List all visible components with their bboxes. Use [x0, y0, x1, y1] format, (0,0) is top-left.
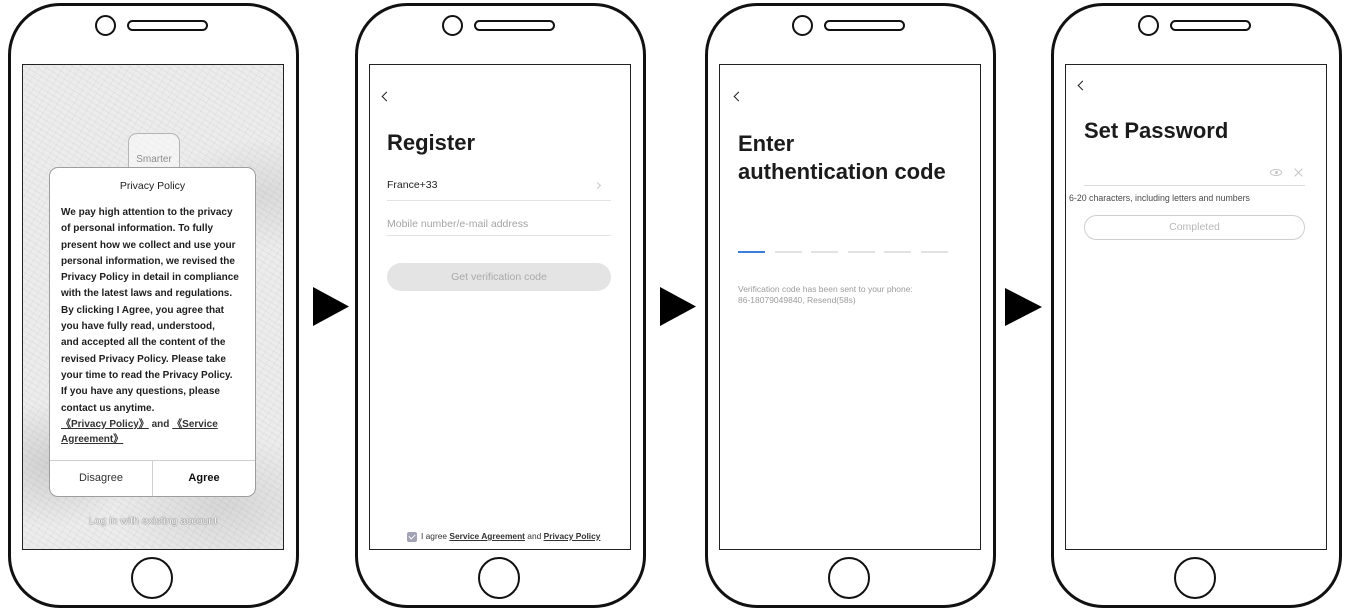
- phone-frame-auth-code: Enter authentication code Verification c…: [705, 3, 996, 608]
- page-title: Register: [387, 130, 476, 155]
- country-code-selector[interactable]: France+33: [387, 176, 611, 201]
- policy-text-line: with the latest laws and regulations.: [61, 288, 233, 300]
- close-icon[interactable]: [1294, 168, 1303, 177]
- service-agreement-link-continued[interactable]: Agreement》: [61, 434, 123, 445]
- code-digit-slot[interactable]: [847, 251, 875, 253]
- front-camera: [1138, 15, 1159, 36]
- page-title: Set Password: [1084, 118, 1229, 143]
- app-logo-text: Smarter: [136, 154, 172, 165]
- phone-frame-register: Register France+33 Get verification code…: [355, 3, 646, 608]
- agree-button[interactable]: Agree: [152, 461, 255, 496]
- next-step-arrow-icon: [660, 287, 696, 326]
- chevron-right-icon: [593, 181, 602, 190]
- privacy-policy-link[interactable]: Privacy Policy: [544, 531, 601, 542]
- links-connector: and: [148, 419, 173, 430]
- back-chevron-left-icon[interactable]: [381, 91, 392, 102]
- back-chevron-left-icon[interactable]: [733, 91, 744, 102]
- code-slots: [738, 251, 948, 253]
- app-screen-set-password: Set Password 6-20 characters, including …: [1065, 64, 1327, 550]
- dialog-actions: Disagree Agree: [50, 460, 255, 496]
- policy-text-line: you have fully read, understood,: [61, 321, 215, 333]
- phone-frame-privacy: Smarter Privacy Policy We pay high atten…: [8, 3, 299, 608]
- resend-countdown[interactable]: 86-18079049840, Resend(58s): [738, 295, 913, 306]
- front-camera: [95, 15, 116, 36]
- password-hint: 6-20 characters, including letters and n…: [1069, 193, 1250, 203]
- service-agreement-link[interactable]: Service Agreement: [449, 531, 525, 542]
- home-button: [828, 557, 870, 599]
- code-sent-message-line: Verification code has been sent to your …: [738, 284, 913, 294]
- code-digit-slot[interactable]: [774, 251, 802, 253]
- home-button: [1174, 557, 1216, 599]
- page-title-line: authentication code: [738, 159, 946, 184]
- country-code-value: France+33: [387, 179, 438, 191]
- password-field[interactable]: [1084, 161, 1305, 186]
- front-camera: [442, 15, 463, 36]
- agreement-prefix: I agree: [421, 531, 450, 541]
- page-title-line: Enter: [738, 131, 795, 156]
- policy-text-line: your time to read the Privacy Policy.: [61, 369, 233, 381]
- get-verification-code-button[interactable]: Get verification code: [387, 263, 611, 291]
- earpiece-speaker: [1170, 20, 1251, 31]
- eye-icon[interactable]: [1270, 169, 1282, 176]
- app-screen-privacy-policy: Smarter Privacy Policy We pay high atten…: [22, 64, 284, 550]
- home-button: [478, 557, 520, 599]
- policy-text-line: contact us anytime.: [61, 402, 155, 414]
- privacy-policy-link[interactable]: 《Privacy Policy》: [61, 419, 149, 430]
- dialog-title: Privacy Policy: [119, 180, 186, 192]
- agreement-checkbox-icon[interactable]: [407, 531, 417, 542]
- back-chevron-left-icon[interactable]: [1077, 80, 1088, 91]
- earpiece-speaker: [474, 20, 555, 31]
- dialog-links: 《Privacy Policy》 and 《Service Agreement》: [61, 418, 218, 447]
- code-digit-slot[interactable]: [811, 251, 838, 253]
- service-agreement-link[interactable]: 《Service: [172, 419, 218, 430]
- dialog-body: We pay high attention to the privacy of …: [61, 205, 239, 417]
- policy-text-line: present how we collect and use your: [61, 239, 236, 251]
- completed-button[interactable]: Completed: [1084, 215, 1305, 240]
- next-step-arrow-icon: [1005, 288, 1042, 326]
- policy-text-line: and accepted all the content of the: [61, 337, 226, 349]
- next-step-arrow-icon: [313, 287, 349, 326]
- code-sent-message: Verification code has been sent to your …: [738, 284, 913, 306]
- policy-text-line: If you have any questions, please: [61, 386, 220, 398]
- earpiece-speaker: [824, 20, 905, 31]
- account-input[interactable]: [387, 212, 611, 236]
- code-digit-slot[interactable]: [920, 251, 948, 253]
- front-camera: [792, 15, 813, 36]
- agreement-row: I agree Service Agreement and Privacy Po…: [407, 531, 600, 542]
- app-screen-authentication-code: Enter authentication code Verification c…: [719, 64, 981, 550]
- policy-text-line: revised Privacy Policy. Please take: [61, 353, 226, 365]
- app-screen-register: Register France+33 Get verification code…: [369, 64, 631, 550]
- policy-text-line: of personal information. To fully: [61, 223, 214, 235]
- phone-frame-set-password: Set Password 6-20 characters, including …: [1051, 3, 1342, 608]
- policy-text-line: Privacy Policy in detail in compliance: [61, 272, 239, 284]
- policy-text-line: personal information, we revised the: [61, 255, 235, 267]
- agreement-connector: and: [524, 531, 544, 541]
- login-existing-account-link[interactable]: Log in with existing account: [23, 515, 283, 527]
- code-digit-slot-active[interactable]: [738, 251, 765, 253]
- disagree-button[interactable]: Disagree: [50, 461, 152, 496]
- code-digit-slot[interactable]: [884, 251, 911, 253]
- policy-text-line: By clicking I Agree, you agree that: [61, 304, 225, 316]
- password-input[interactable]: [1084, 161, 1254, 184]
- privacy-policy-dialog: Privacy Policy We pay high attention to …: [49, 167, 256, 497]
- home-button: [131, 557, 173, 599]
- page-title: Enter authentication code: [738, 130, 946, 186]
- earpiece-speaker: [127, 20, 208, 31]
- policy-text-line: We pay high attention to the privacy: [61, 207, 233, 218]
